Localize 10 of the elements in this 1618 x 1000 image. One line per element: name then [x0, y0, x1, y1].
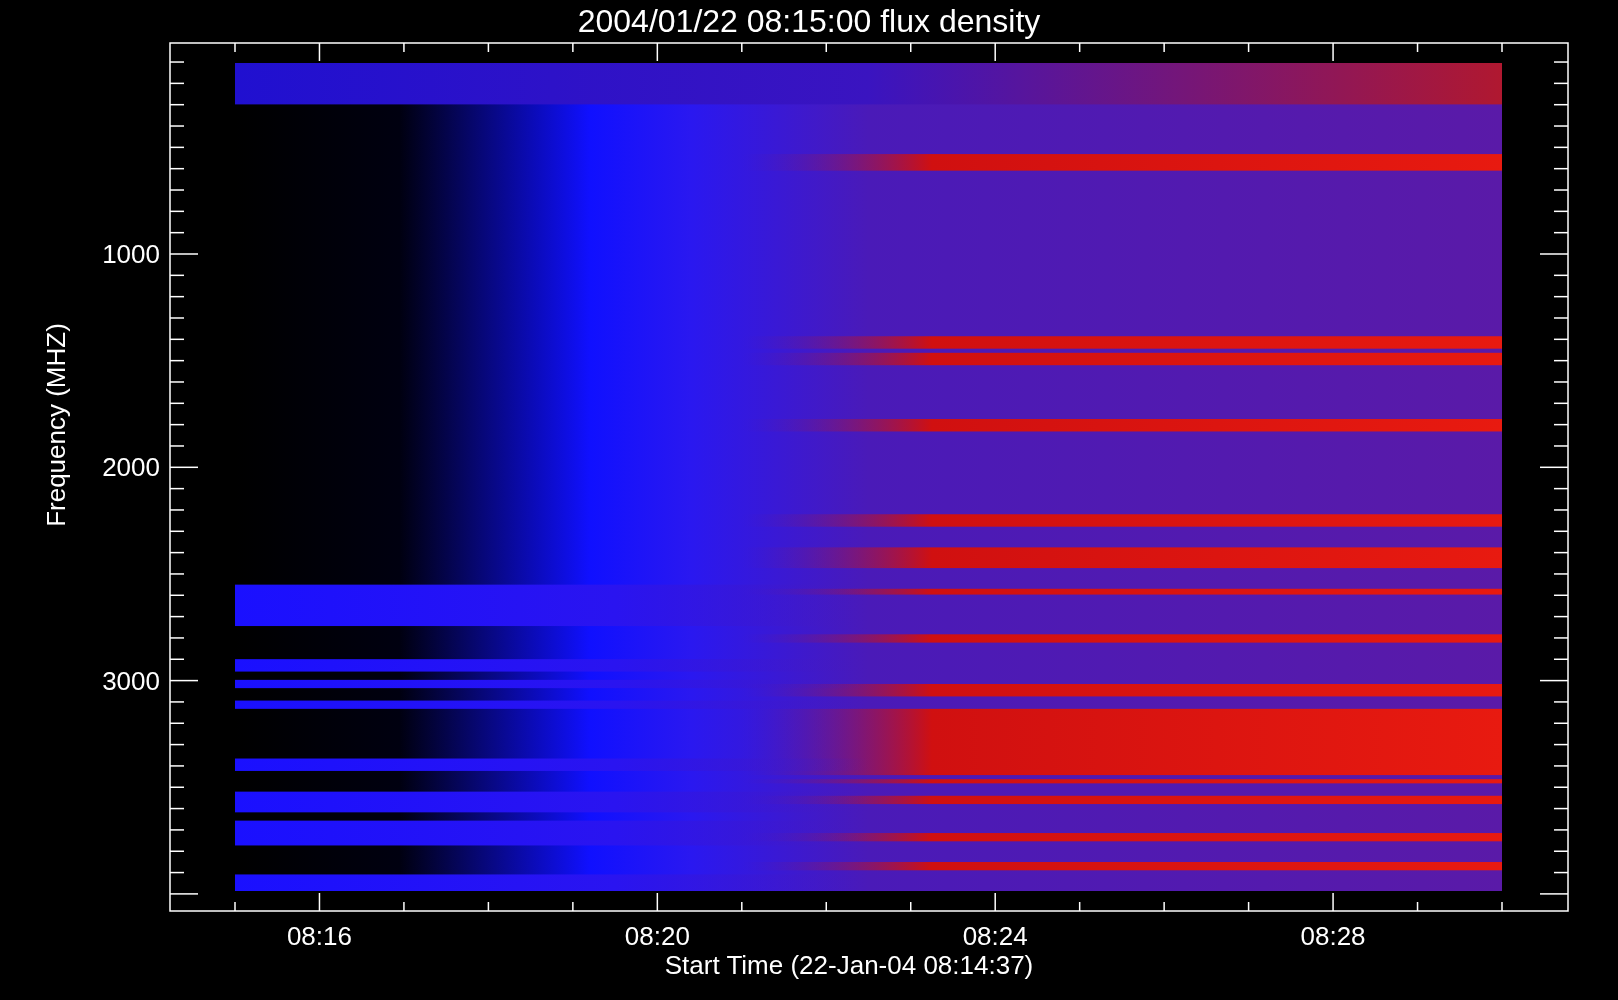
- y-tick-label: 1000: [101, 239, 160, 269]
- y-tick-label: 3000: [101, 665, 160, 696]
- y-tick-label: 2000: [101, 452, 160, 483]
- y-axis-label: Frequency (MHZ): [41, 323, 71, 527]
- x-tick-label: 08:16: [285, 921, 353, 951]
- x-tick-label: 08:20: [623, 921, 691, 951]
- x-axis-label: Start Time (22-Jan-04 08:14:37): [663, 950, 1035, 980]
- x-tick-label: 08:28: [1299, 921, 1367, 951]
- chart-title: 2004/01/22 08:15:00 flux density: [576, 2, 1042, 40]
- x-tick-label: 08:24: [961, 921, 1029, 951]
